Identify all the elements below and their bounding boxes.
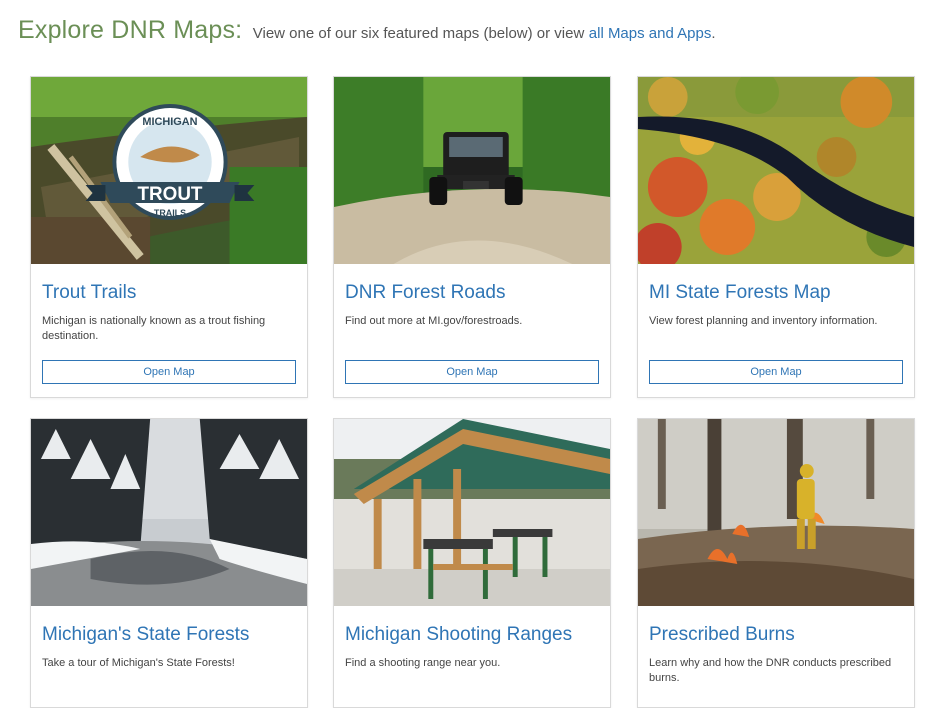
map-card-forest-roads[interactable]: DNR Forest Roads Find out more at MI.gov… bbox=[333, 76, 611, 398]
shooting-ranges-image[interactable] bbox=[334, 419, 610, 606]
all-maps-link[interactable]: all Maps and Apps bbox=[589, 25, 712, 42]
card-description: Find out more at MI.gov/forestroads. bbox=[345, 315, 523, 327]
page-header: Explore DNR Maps: View one of our six fe… bbox=[18, 16, 716, 45]
card-title[interactable]: DNR Forest Roads bbox=[345, 282, 610, 304]
logo-michigan-text: MICHIGAN bbox=[142, 116, 197, 128]
logo-trails-text: TRAILS bbox=[154, 208, 186, 218]
open-map-button[interactable]: Open Map bbox=[649, 360, 903, 384]
map-card-michigans-state-forests[interactable]: Michigan's State Forests Take a tour of … bbox=[30, 418, 308, 708]
prescribed-burns-image[interactable] bbox=[638, 419, 914, 606]
card-title[interactable]: Michigan's State Forests bbox=[42, 624, 307, 646]
map-card-shooting-ranges[interactable]: Michigan Shooting Ranges Find a shooting… bbox=[333, 418, 611, 708]
intro-text: View one of our six featured maps (below… bbox=[252, 25, 585, 42]
card-title[interactable]: Prescribed Burns bbox=[649, 624, 914, 646]
card-description: Find a shooting range near you. bbox=[345, 657, 501, 669]
map-card-state-forests-map[interactable]: MI State Forests Map View forest plannin… bbox=[637, 76, 915, 398]
michigans-state-forests-image[interactable] bbox=[31, 419, 307, 606]
card-description: Learn why and how the DNR conducts presc… bbox=[649, 657, 892, 684]
card-title[interactable]: MI State Forests Map bbox=[649, 282, 914, 304]
forest-roads-image[interactable] bbox=[334, 77, 610, 264]
trout-trails-image[interactable]: MICHIGAN TROUT TRAILS bbox=[31, 77, 307, 264]
card-title[interactable]: Michigan Shooting Ranges bbox=[345, 624, 610, 646]
logo-trout-text: TROUT bbox=[138, 184, 203, 205]
map-card-prescribed-burns[interactable]: Prescribed Burns Learn why and how the D… bbox=[637, 418, 915, 708]
card-description: Take a tour of Michigan's State Forests! bbox=[42, 657, 235, 669]
open-map-button[interactable]: Open Map bbox=[42, 360, 296, 384]
card-description: View forest planning and inventory infor… bbox=[649, 315, 878, 327]
map-card-trout-trails[interactable]: MICHIGAN TROUT TRAILS Trout Trails Michi… bbox=[30, 76, 308, 398]
card-title[interactable]: Trout Trails bbox=[42, 282, 307, 304]
open-map-button[interactable]: Open Map bbox=[345, 360, 599, 384]
page-title: Explore DNR Maps: bbox=[18, 16, 243, 44]
card-description: Michigan is nationally known as a trout … bbox=[42, 315, 266, 342]
state-forests-map-image[interactable] bbox=[638, 77, 914, 264]
intro-period: . bbox=[711, 25, 716, 42]
